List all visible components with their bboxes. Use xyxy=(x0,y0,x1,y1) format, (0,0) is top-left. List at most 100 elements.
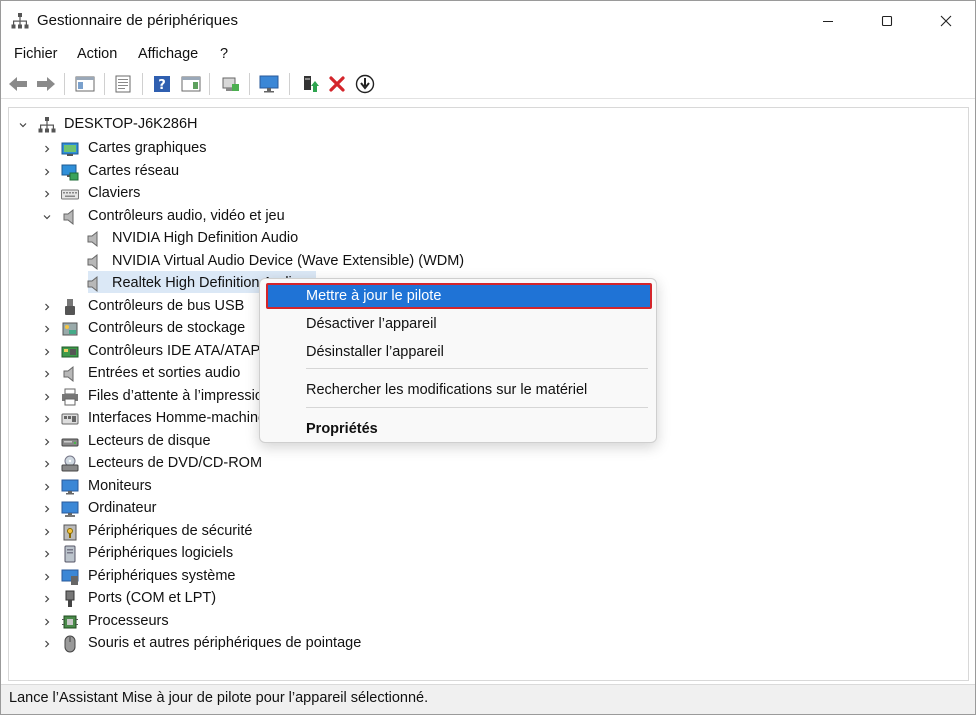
expand-chevron[interactable] xyxy=(41,611,53,633)
tree-category-label[interactable]: Contrôleurs de bus USB xyxy=(88,298,244,314)
expand-chevron[interactable] xyxy=(41,453,53,475)
expand-chevron[interactable] xyxy=(41,161,53,183)
speaker-icon xyxy=(87,275,98,293)
action-pane-button[interactable] xyxy=(179,72,203,96)
back-button[interactable] xyxy=(6,72,30,96)
port-icon xyxy=(65,590,75,607)
device-manager-window: Gestionnaire de périphériques Fichier Ac… xyxy=(0,0,976,715)
action-pane-icon xyxy=(181,76,201,92)
back-icon xyxy=(9,77,27,91)
tree-category-label[interactable]: Moniteurs xyxy=(88,478,152,494)
tree-category-label[interactable]: Cartes graphiques xyxy=(88,140,207,156)
device-manager-icon xyxy=(11,13,29,29)
chevron-down-icon xyxy=(43,214,51,219)
tree-category-label[interactable]: Périphériques système xyxy=(88,568,236,584)
tree-category-label[interactable]: Claviers xyxy=(88,185,140,201)
computer-tree-icon xyxy=(38,117,56,133)
ctx-disable-device[interactable]: Désactiver l’appareil xyxy=(266,311,652,337)
expand-chevron[interactable] xyxy=(41,386,53,408)
tree-category-label[interactable]: Contrôleurs de stockage xyxy=(88,320,245,336)
chevron-right-icon xyxy=(45,438,50,445)
ctx-disable-device-label: Désactiver l’appareil xyxy=(306,316,437,332)
forward-button[interactable] xyxy=(34,72,58,96)
tree-category-label[interactable]: Lecteurs de disque xyxy=(88,433,211,449)
expand-chevron[interactable] xyxy=(41,566,53,588)
disk-drive-icon xyxy=(61,438,79,446)
ctx-scan-hardware[interactable]: Rechercher les modifications sur le maté… xyxy=(266,377,652,403)
security-device-icon xyxy=(63,524,77,540)
update-driver-button[interactable] xyxy=(298,72,322,96)
properties-icon xyxy=(115,75,131,93)
chevron-right-icon xyxy=(45,640,50,648)
expand-chevron[interactable] xyxy=(41,318,53,340)
tree-category-label[interactable]: Processeurs xyxy=(88,613,169,629)
forward-icon xyxy=(37,77,55,91)
expand-chevron[interactable] xyxy=(41,633,53,655)
tree-category-label[interactable]: Cartes réseau xyxy=(88,163,179,179)
chevron-right-icon xyxy=(45,303,50,310)
expand-chevron[interactable] xyxy=(41,408,53,430)
storage-controller-icon xyxy=(62,322,78,336)
title-bar[interactable]: Gestionnaire de périphériques xyxy=(1,1,975,41)
uninstall-button[interactable] xyxy=(325,72,349,96)
tree-category-label[interactable]: Périphériques logiciels xyxy=(88,545,233,561)
menu-bar: Fichier Action Affichage ? xyxy=(1,43,975,67)
expand-chevron[interactable] xyxy=(41,138,53,160)
tree-category-label[interactable]: Entrées et sorties audio xyxy=(88,365,240,381)
ctx-properties[interactable]: Propriétés xyxy=(266,416,652,442)
menu-fichier[interactable]: Fichier xyxy=(14,46,58,62)
ctx-uninstall-device-label: Désinstaller l’appareil xyxy=(306,344,444,360)
menu-affichage[interactable]: Affichage xyxy=(138,46,198,62)
usb-icon xyxy=(65,298,75,315)
expand-chevron[interactable] xyxy=(41,521,53,543)
hid-icon xyxy=(61,413,79,425)
minimize-button[interactable] xyxy=(797,1,859,41)
tree-category-label[interactable]: Ordinateur xyxy=(88,500,157,516)
console-tree-button[interactable] xyxy=(73,72,97,96)
keyboard-icon xyxy=(61,189,79,200)
tree-category-label[interactable]: Contrôleurs audio, vidéo et jeu xyxy=(88,208,285,224)
menu-action[interactable]: Action xyxy=(77,46,117,62)
expand-chevron[interactable] xyxy=(41,543,53,565)
maximize-button[interactable] xyxy=(856,1,918,41)
chevron-right-icon xyxy=(45,370,50,378)
expand-chevron[interactable] xyxy=(41,363,53,385)
tree-category-label[interactable]: Souris et autres périphériques de pointa… xyxy=(88,635,361,651)
update-driver-icon xyxy=(304,76,319,92)
expand-chevron[interactable] xyxy=(41,296,53,318)
expand-chevron[interactable] xyxy=(41,588,53,610)
tree-root-label[interactable]: DESKTOP-J6K286H xyxy=(64,116,198,132)
chevron-right-icon xyxy=(45,528,50,535)
expand-chevron[interactable] xyxy=(41,476,53,498)
monitor-icon xyxy=(61,479,79,494)
maximize-icon xyxy=(881,15,893,27)
expand-chevron[interactable] xyxy=(41,183,53,205)
close-button[interactable] xyxy=(915,1,976,41)
ctx-uninstall-device[interactable]: Désinstaller l’appareil xyxy=(266,339,652,365)
tree-category-label[interactable]: Ports (COM et LPT) xyxy=(88,590,216,606)
expand-chevron[interactable] xyxy=(41,431,53,453)
expand-chevron[interactable] xyxy=(41,341,53,363)
tree-category-label[interactable]: Contrôleurs IDE ATA/ATAPI xyxy=(88,343,264,359)
tree-category-label[interactable]: Interfaces Homme-machine xyxy=(88,410,266,426)
chevron-right-icon xyxy=(45,325,50,333)
expand-chevron[interactable] xyxy=(41,498,53,520)
help-button[interactable]: ? xyxy=(150,72,174,96)
chevron-right-icon xyxy=(45,460,50,468)
ctx-update-driver[interactable]: Mettre à jour le pilote xyxy=(266,283,652,309)
download-button[interactable] xyxy=(353,72,377,96)
scan-hardware-icon xyxy=(222,77,239,91)
tree-category-label[interactable]: Files d’attente à l’impression xyxy=(88,388,271,404)
tree-device-label[interactable]: NVIDIA Virtual Audio Device (Wave Extens… xyxy=(112,253,464,269)
menu-help[interactable]: ? xyxy=(220,46,228,62)
root-collapse-chevron[interactable] xyxy=(17,114,29,136)
expand-chevron[interactable] xyxy=(41,206,53,228)
tree-category-label[interactable]: Périphériques de sécurité xyxy=(88,523,252,539)
status-text: Lance l’Assistant Mise à jour de pilote … xyxy=(9,690,429,706)
console-tree-icon xyxy=(75,76,95,92)
scan-hardware-button[interactable] xyxy=(218,72,242,96)
tree-device-label[interactable]: NVIDIA High Definition Audio xyxy=(112,230,298,246)
tree-category-label[interactable]: Lecteurs de DVD/CD-ROM xyxy=(88,455,262,471)
monitor-button[interactable] xyxy=(257,72,281,96)
properties-button[interactable] xyxy=(111,72,135,96)
